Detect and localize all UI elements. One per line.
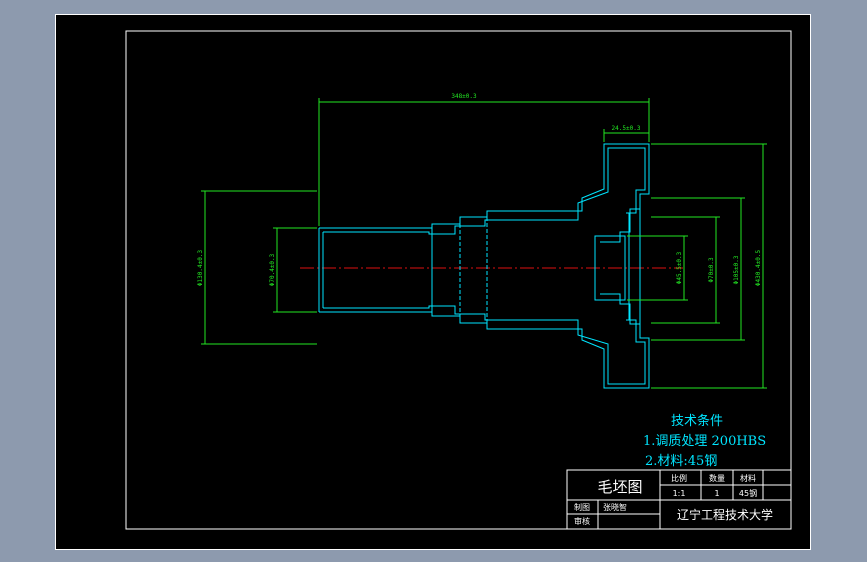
tech-requirements-title: 技术条件 — [671, 414, 724, 429]
dim-overall-length: 348±0.3 — [451, 93, 477, 100]
dim-flange-thickness: 24.5±0.3 — [612, 125, 641, 132]
material-label: 材料 — [740, 473, 756, 483]
dim-right-bore-dia: Φ45.5±0.3 — [676, 251, 683, 284]
tech-requirement-2: 2.材料:45钢 — [645, 454, 718, 469]
dim-left-bore-dia: Φ70.4±0.3 — [269, 253, 276, 286]
material-value: 45钢 — [739, 488, 757, 498]
dim-step-dia-2: Φ105±0.3 — [733, 255, 740, 284]
drawing-sheet: 348±0.3 24.5±0.3 Φ130.4±0.3 Φ70.4±0.3 Φ4… — [55, 14, 811, 550]
drawn-by-value: 张晓智 — [603, 502, 627, 512]
scale-value: 1:1 — [673, 489, 686, 498]
dim-left-outer-dia: Φ130.4±0.3 — [197, 250, 204, 287]
drawn-by-label: 制图 — [574, 502, 590, 512]
institution-name: 辽宁工程技术大学 — [677, 507, 773, 522]
quantity-value: 1 — [714, 489, 719, 498]
drawing-canvas: 348±0.3 24.5±0.3 Φ130.4±0.3 Φ70.4±0.3 Φ4… — [125, 30, 792, 530]
scale-label: 比例 — [671, 473, 687, 483]
dim-step-dia-1: Φ70±0.3 — [708, 257, 715, 283]
drawing-name: 毛坯图 — [597, 478, 642, 496]
checked-by-label: 审核 — [574, 516, 590, 526]
part-outline — [318, 143, 650, 389]
tech-requirement-1: 1.调质处理 200HBS — [643, 434, 767, 449]
quantity-label: 数量 — [709, 473, 725, 483]
dimension-lines — [201, 98, 767, 389]
dim-flange-dia: Φ430.4±0.5 — [755, 250, 762, 287]
